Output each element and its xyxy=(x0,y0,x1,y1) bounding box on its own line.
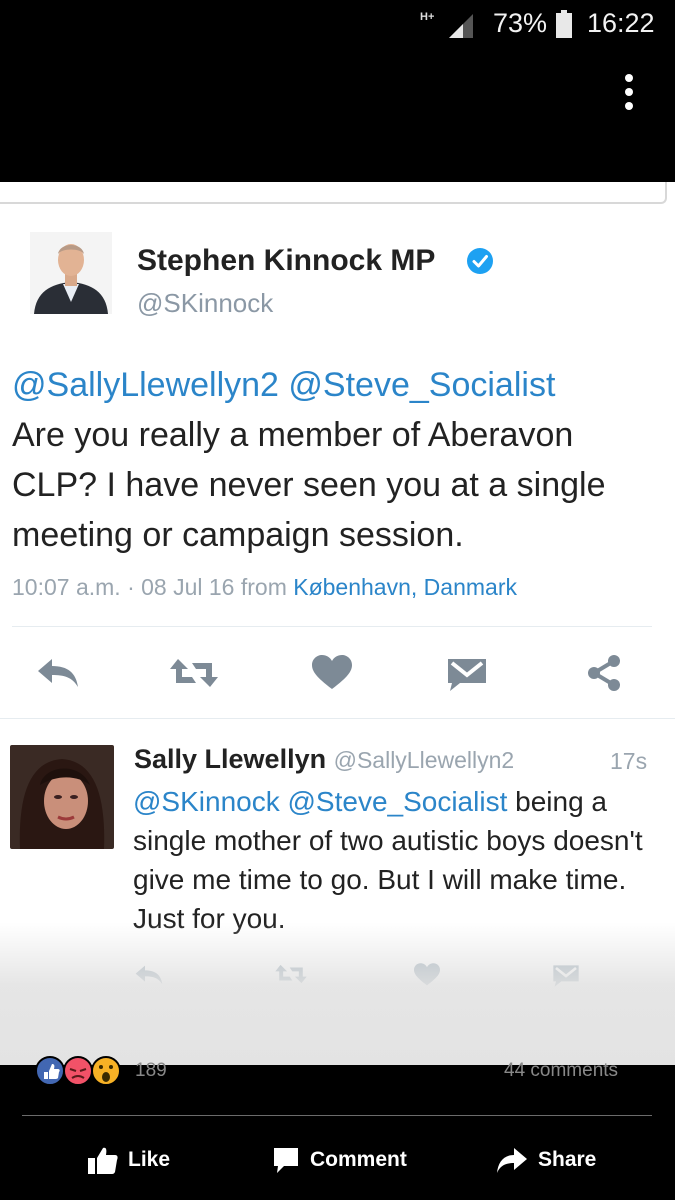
divider xyxy=(22,1115,652,1116)
app-bar xyxy=(0,48,675,182)
verified-badge-icon xyxy=(467,248,493,274)
reactions-icons[interactable] xyxy=(34,1052,144,1086)
like-button[interactable]: Like xyxy=(88,1140,170,1180)
divider xyxy=(0,718,675,719)
status-bar: H+ 73% 16:22 xyxy=(0,0,675,48)
battery-icon xyxy=(556,10,572,38)
share-button[interactable]: Share xyxy=(496,1140,596,1180)
avatar xyxy=(30,232,112,314)
tweet-mentions[interactable]: @SallyLlewellyn2 @Steve_Socialist xyxy=(12,366,555,404)
reply-author-name[interactable]: Sally Llewellyn xyxy=(134,744,326,774)
reply-avatar xyxy=(10,745,114,849)
comment-icon xyxy=(274,1148,298,1173)
direct-message-icon[interactable] xyxy=(552,961,580,987)
direct-message-icon[interactable] xyxy=(446,653,488,691)
comment-label: Comment xyxy=(310,1148,407,1171)
thumbs-up-icon xyxy=(88,1147,118,1174)
reply-text: @SKinnock @Steve_Socialist being a singl… xyxy=(133,782,653,938)
tweet-author-name[interactable]: Stephen Kinnock MP xyxy=(137,244,435,278)
previous-card-edge xyxy=(0,182,667,204)
divider xyxy=(12,626,652,627)
like-label: Like xyxy=(128,1148,171,1171)
retweet-icon[interactable] xyxy=(274,963,308,985)
reply-header: Sally Llewellyn @SallyLlewellyn2 xyxy=(134,744,514,775)
reply-actions xyxy=(0,957,675,997)
share-arrow-icon xyxy=(497,1148,527,1173)
reply-icon[interactable] xyxy=(36,655,80,691)
reaction-count[interactable]: 189 xyxy=(135,1060,167,1082)
tweet-actions xyxy=(0,647,675,697)
reply-time: 17s xyxy=(610,748,648,774)
tweet-meta: 10:07 a.m. · 08 Jul 16 from København, D… xyxy=(12,574,517,601)
like-heart-icon[interactable] xyxy=(312,655,352,691)
tweet-text: @SallyLlewellyn2 @Steve_Socialist Are yo… xyxy=(12,360,662,560)
reply-author-handle[interactable]: @SallyLlewellyn2 xyxy=(334,747,515,773)
battery-percentage: 73% xyxy=(493,8,548,38)
comment-button[interactable]: Comment xyxy=(272,1140,407,1180)
retweet-icon[interactable] xyxy=(168,657,220,689)
signal-icon xyxy=(449,14,473,38)
reply-icon[interactable] xyxy=(134,963,164,987)
share-label: Share xyxy=(538,1148,597,1171)
network-type-indicator: H+ xyxy=(420,11,435,23)
tweet-author-handle[interactable]: @SKinnock xyxy=(137,288,273,319)
like-heart-icon[interactable] xyxy=(414,963,440,987)
clock: 16:22 xyxy=(587,8,655,38)
tweet-location[interactable]: København, Danmark xyxy=(293,574,517,600)
tweet-timestamp: 10:07 a.m. · 08 Jul 16 from xyxy=(12,574,287,600)
reply-mentions[interactable]: @SKinnock @Steve_Socialist xyxy=(133,786,507,817)
more-options-icon[interactable] xyxy=(617,72,641,112)
tweet-screenshot-image[interactable]: Stephen Kinnock MP @SKinnock @SallyLlewe… xyxy=(0,182,675,1065)
tweet-body: Are you really a member of Aberavon CLP?… xyxy=(12,416,606,554)
share-icon[interactable] xyxy=(584,653,624,693)
comments-count[interactable]: 44 comments xyxy=(504,1060,618,1082)
